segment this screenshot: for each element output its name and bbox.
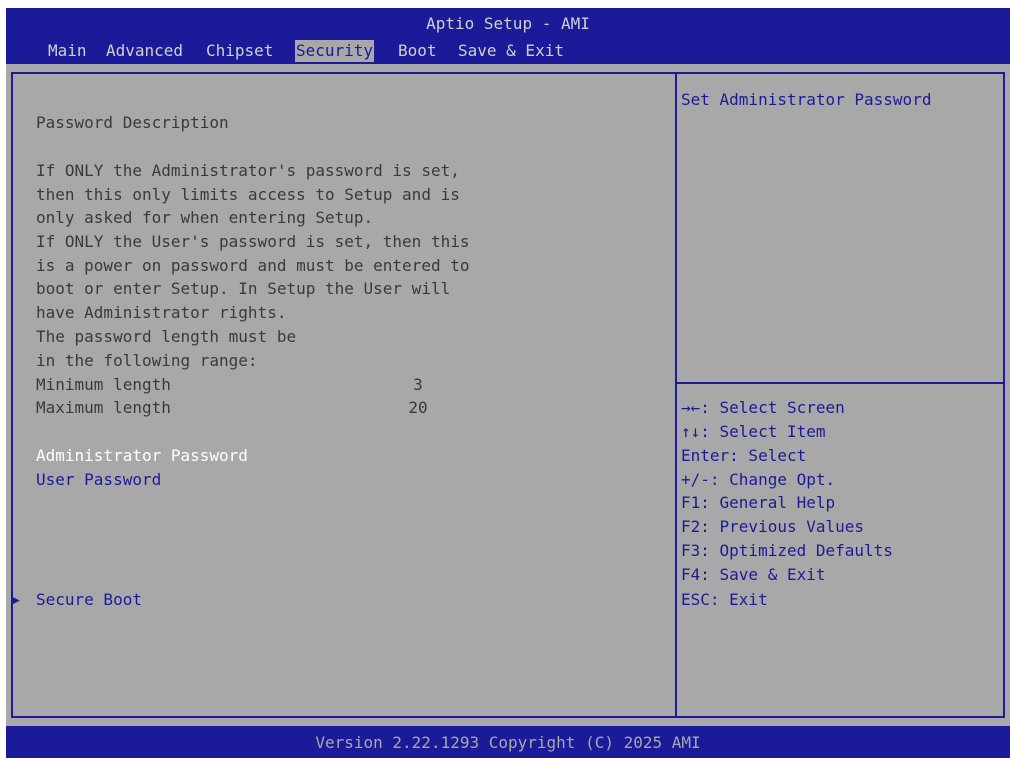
footer-bar: Version 2.22.1293 Copyright (C) 2025 AMI <box>6 726 1010 758</box>
key-hint-select-screen: →←: Select Screen <box>681 398 845 417</box>
help-divider <box>677 382 1003 384</box>
min-length-value: 3 <box>413 375 423 394</box>
description-line: The password length must be <box>36 327 297 346</box>
version-copyright: Version 2.22.1293 Copyright (C) 2025 AMI <box>315 733 701 752</box>
max-length-value: 20 <box>408 398 428 417</box>
app-title: Aptio Setup - AMI <box>426 14 590 33</box>
description-line: boot or enter Setup. In Setup the User w… <box>36 279 451 298</box>
key-hint-optimized-defaults: F3: Optimized Defaults <box>681 541 893 560</box>
key-hint-general-help: F1: General Help <box>681 493 836 512</box>
administrator-password-item[interactable]: Administrator Password <box>36 448 248 464</box>
key-hint-esc-exit: ESC: Exit <box>681 590 768 609</box>
header-bar: Aptio Setup - AMI Main Advanced Chipset … <box>6 8 1010 64</box>
tab-advanced[interactable]: Advanced <box>105 40 184 62</box>
key-hint-change-opt: +/-: Change Opt. <box>681 470 836 489</box>
tab-main[interactable]: Main <box>47 40 88 62</box>
user-password-item[interactable]: User Password <box>36 472 161 488</box>
tab-boot[interactable]: Boot <box>397 40 438 62</box>
panel-divider <box>675 72 677 718</box>
tab-save-exit[interactable]: Save & Exit <box>457 40 565 62</box>
item-help-text: Set Administrator Password <box>681 90 932 109</box>
key-hint-enter: Enter: Select <box>681 446 807 465</box>
secure-boot-item[interactable]: Secure Boot <box>36 592 142 608</box>
bios-screen: Aptio Setup - AMI Main Advanced Chipset … <box>6 8 1010 758</box>
min-length-label: Minimum length <box>36 375 171 394</box>
password-description-heading: Password Description <box>36 113 229 132</box>
tab-chipset[interactable]: Chipset <box>205 40 274 62</box>
description-line: then this only limits access to Setup an… <box>36 185 460 204</box>
key-hint-save-exit: F4: Save & Exit <box>681 565 826 584</box>
max-length-label: Maximum length <box>36 398 171 417</box>
description-line: have Administrator rights. <box>36 303 287 322</box>
description-line: in the following range: <box>36 351 258 370</box>
key-hint-select-item: ↑↓: Select Item <box>681 422 826 441</box>
submenu-arrow-icon: ▶ <box>12 593 20 608</box>
description-line: is a power on password and must be enter… <box>36 256 470 275</box>
tab-security[interactable]: Security <box>295 40 375 62</box>
description-line: If ONLY the User's password is set, then… <box>36 232 470 251</box>
description-line: If ONLY the Administrator's password is … <box>36 161 460 180</box>
description-line: only asked for when entering Setup. <box>36 208 374 227</box>
key-hint-previous-values: F2: Previous Values <box>681 517 865 536</box>
